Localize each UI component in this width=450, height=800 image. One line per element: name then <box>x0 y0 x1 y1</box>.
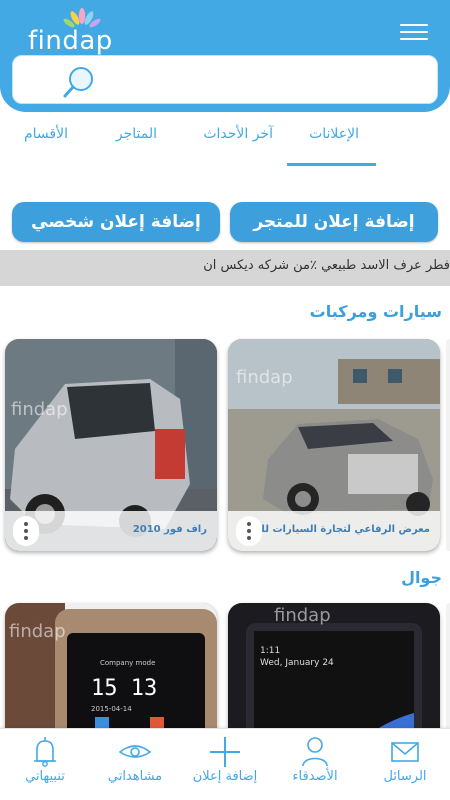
next-card-peek <box>446 339 450 551</box>
card-title: معرض الرفاعي لتجارة السيارات للبيع <box>246 524 430 535</box>
app-header: findap <box>0 0 450 112</box>
nav-label: الرسائل <box>383 769 427 784</box>
card-title: راف فور 2010 <box>132 524 207 535</box>
svg-text:1:11: 1:11 <box>260 646 280 656</box>
findap-watermark: findap <box>274 605 331 626</box>
bottom-navigation: الرسائل الأصدقاء إضافة إعلان مشاهداتي تن… <box>0 728 450 800</box>
search-input[interactable] <box>109 56 429 103</box>
add-store-ad-button[interactable]: إضافة إعلان للمتجر <box>230 202 438 242</box>
nav-friends[interactable]: الأصدقاء <box>270 729 360 800</box>
ticker-text: فطر عرف الاسد طبيعي ٪من شركه ديكس ان <box>203 258 450 273</box>
plus-icon <box>210 737 240 767</box>
envelope-icon <box>391 742 419 762</box>
svg-text:2015-04-14: 2015-04-14 <box>91 705 132 713</box>
section-title-mobile[interactable]: جوال <box>401 568 442 587</box>
tab-categories[interactable]: الأقسام <box>24 126 68 142</box>
findap-watermark: findap <box>11 399 68 420</box>
svg-text:Wed, January 24: Wed, January 24 <box>260 658 334 668</box>
search-bar[interactable] <box>12 55 438 104</box>
menu-icon[interactable] <box>400 24 428 42</box>
search-icon[interactable] <box>61 64 97 100</box>
app-logo: findap <box>28 6 118 56</box>
add-personal-ad-button[interactable]: إضافة إعلان شخصي <box>12 202 220 242</box>
eye-icon <box>118 745 152 758</box>
bell-icon <box>34 737 56 767</box>
listing-card[interactable]: findap راف فور 2010 <box>5 339 217 551</box>
card-footer: معرض الرفاعي لتجارة السيارات للبيع <box>228 511 440 551</box>
findap-watermark: findap <box>9 621 66 642</box>
tab-ads[interactable]: الإعلانات <box>309 126 359 142</box>
nav-add-ad[interactable]: إضافة إعلان <box>180 729 270 800</box>
listing-card[interactable]: findap معرض الرفاعي لتجارة السيارات للبي… <box>228 339 440 551</box>
svg-text:Company mode: Company mode <box>100 659 155 667</box>
findap-watermark: findap <box>236 367 293 388</box>
nav-my-views[interactable]: مشاهداتي <box>90 729 180 800</box>
nav-label: الأصدقاء <box>292 769 338 784</box>
nav-notifications[interactable]: تنبيهاتي <box>0 729 90 800</box>
tab-latest-events[interactable]: آخر الأحداث <box>203 126 273 142</box>
person-icon <box>302 737 328 767</box>
tab-bar: الإعلانات آخر الأحداث المتاجر الأقسام <box>0 112 450 168</box>
svg-text:15 13: 15 13 <box>91 676 157 701</box>
card-footer: راف فور 2010 <box>5 511 217 551</box>
more-options-icon[interactable] <box>13 516 39 546</box>
nav-label: مشاهداتي <box>107 769 163 784</box>
nav-messages[interactable]: الرسائل <box>360 729 450 800</box>
active-tab-indicator <box>287 163 376 166</box>
more-options-icon[interactable] <box>236 516 262 546</box>
tab-stores[interactable]: المتاجر <box>116 126 157 142</box>
nav-label: تنبيهاتي <box>25 769 65 784</box>
logo-text: findap <box>28 26 113 56</box>
section-title-cars[interactable]: سيارات ومركبات <box>310 302 442 321</box>
nav-label: إضافة إعلان <box>192 769 258 784</box>
news-ticker[interactable]: فطر عرف الاسد طبيعي ٪من شركه ديكس ان <box>0 250 450 286</box>
